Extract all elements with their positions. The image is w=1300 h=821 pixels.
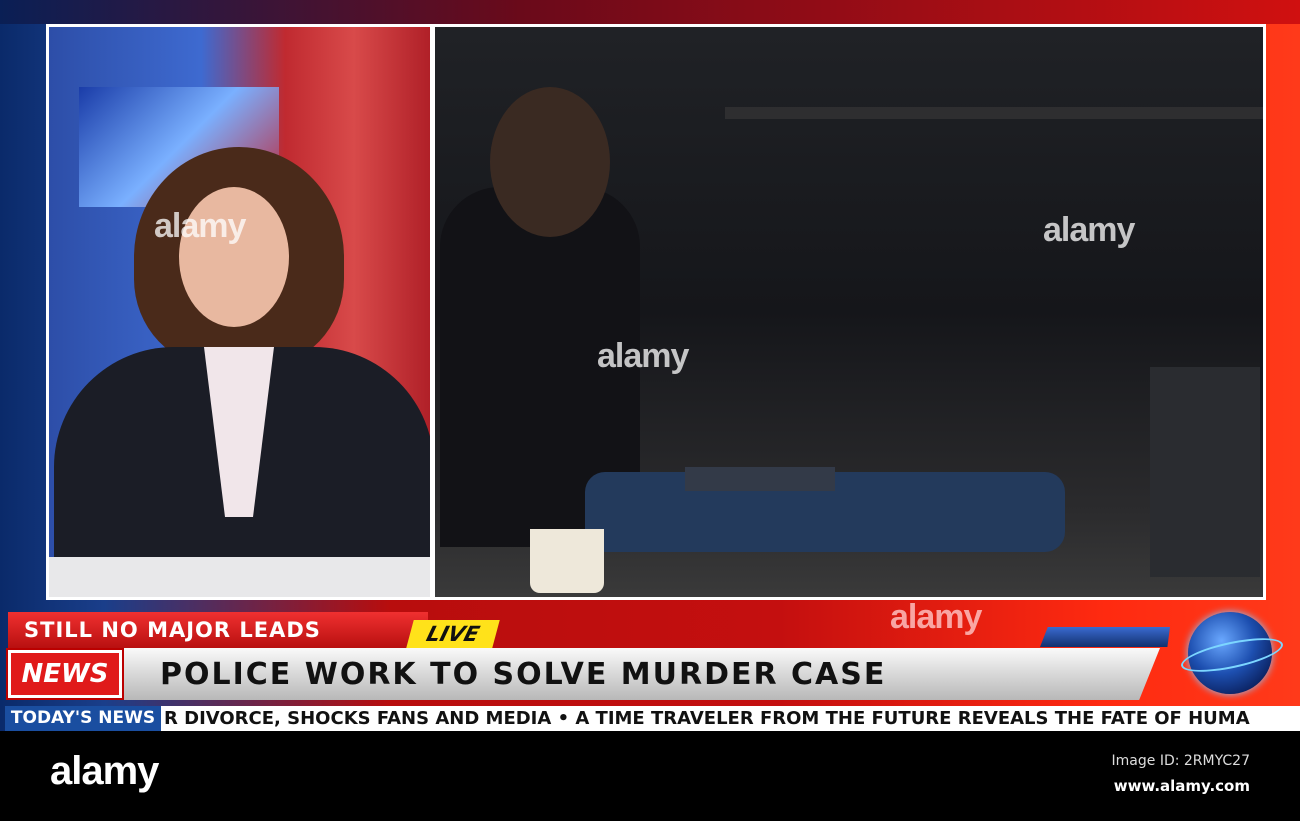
image-id: Image ID: 2RMYC27 (1111, 753, 1250, 769)
floor-box (1150, 367, 1260, 577)
site-url: www.alamy.com (1113, 777, 1250, 795)
watermark: alamy (597, 337, 689, 375)
live-badge: LIVE (406, 620, 500, 648)
headline-bar: POLICE WORK TO SOLVE MURDER CASE (118, 648, 1160, 700)
subheadline-bar: STILL NO MAJOR LEADS (8, 612, 428, 648)
anchor-video-panel: alamy (46, 24, 433, 600)
broadcast-frame: alamy alamy alamy STILL NO MAJOR LEADS L… (0, 0, 1300, 731)
laptop (685, 467, 835, 491)
scene-video-panel: alamy alamy (432, 24, 1266, 600)
footer: alamy Image ID: 2RMYC27 www.alamy.com (0, 731, 1300, 821)
watermark: alamy (1043, 211, 1135, 249)
blue-accent-bar (1040, 627, 1170, 647)
ticker-label: TODAY'S NEWS (5, 706, 161, 731)
news-badge: NEWS (6, 648, 124, 700)
watermark: alamy (890, 598, 982, 636)
alamy-logo: alamy (50, 749, 159, 793)
coffee-mug (530, 529, 604, 593)
globe-icon (1188, 612, 1272, 694)
detective-head (490, 87, 610, 237)
shelves (725, 107, 1263, 119)
news-desk (49, 557, 430, 597)
watermark: alamy (154, 207, 246, 245)
ticker-text: R DIVORCE, SHOCKS FANS AND MEDIA • A TIM… (161, 706, 1300, 731)
